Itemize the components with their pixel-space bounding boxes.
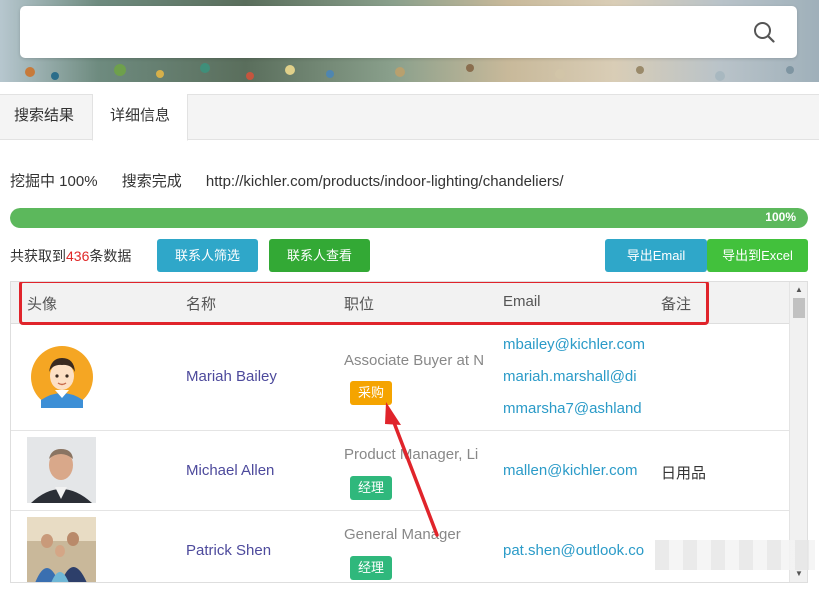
tab-details[interactable]: 详细信息 bbox=[92, 94, 188, 141]
table-row[interactable]: Mariah Bailey Associate Buyer at N 采购 mb… bbox=[11, 324, 789, 431]
contact-note: 日用品 bbox=[661, 465, 707, 482]
tab-search-results[interactable]: 搜索结果 bbox=[0, 94, 88, 141]
avatar bbox=[27, 437, 96, 503]
progress-bar: 100% bbox=[10, 208, 808, 228]
contact-position: Associate Buyer at N bbox=[344, 352, 485, 369]
contacts-table: 头像 名称 职位 Email 备注 Mariah Bailey Associat… bbox=[10, 281, 808, 583]
contact-position: General Manager bbox=[344, 526, 461, 543]
tab-bar: 搜索结果 详细信息 bbox=[0, 94, 819, 141]
progress-label: 100% bbox=[765, 210, 796, 224]
role-tag: 经理 bbox=[350, 556, 393, 580]
contact-name[interactable]: Patrick Shen bbox=[186, 542, 271, 559]
contact-email[interactable]: mbailey@kichler.com bbox=[503, 336, 645, 353]
export-excel-button[interactable]: 导出到Excel bbox=[707, 239, 808, 272]
table-row[interactable]: Michael Allen Product Manager, Li 经理 mal… bbox=[11, 431, 789, 511]
scroll-thumb[interactable] bbox=[793, 298, 805, 318]
mining-status: 挖掘中 100% bbox=[10, 173, 98, 190]
contact-filter-button[interactable]: 联系人筛选 bbox=[157, 239, 258, 272]
contact-name[interactable]: Mariah Bailey bbox=[186, 368, 277, 385]
avatar bbox=[31, 346, 93, 408]
scroll-up-arrow-icon[interactable]: ▲ bbox=[790, 284, 807, 296]
count-prefix: 共获取到 bbox=[10, 248, 66, 264]
source-url: http://kichler.com/products/indoor-light… bbox=[205, 173, 564, 190]
table-scrollbar[interactable]: ▲ ▼ bbox=[789, 282, 807, 582]
export-email-button[interactable]: 导出Email bbox=[605, 239, 707, 272]
role-tag: 经理 bbox=[350, 476, 393, 500]
search-input[interactable] bbox=[20, 6, 797, 58]
contact-email[interactable]: mmarsha7@ashland bbox=[503, 400, 645, 417]
role-tag: 采购 bbox=[350, 381, 393, 405]
avatar bbox=[27, 517, 96, 582]
contact-email[interactable]: mallen@kichler.com bbox=[503, 462, 645, 479]
contact-email[interactable]: pat.shen@outlook.co bbox=[503, 542, 645, 559]
contact-view-button[interactable]: 联系人查看 bbox=[269, 239, 370, 272]
header-banner bbox=[0, 0, 819, 82]
search-icon[interactable] bbox=[753, 21, 775, 43]
contact-email[interactable]: mariah.marshall@di bbox=[503, 368, 645, 385]
status-line: 挖掘中 100% 搜索完成 http://kichler.com/product… bbox=[10, 170, 584, 191]
contact-position: Product Manager, Li bbox=[344, 446, 479, 463]
contact-name[interactable]: Michael Allen bbox=[186, 462, 274, 479]
app-root: 搜索结果 详细信息 挖掘中 100% 搜索完成 http://kichler.c… bbox=[0, 0, 819, 591]
count-suffix: 条数据 bbox=[89, 248, 132, 264]
progress-fill: 100% bbox=[10, 208, 808, 228]
blurred-watermark bbox=[655, 540, 815, 570]
search-state: 搜索完成 bbox=[121, 173, 182, 190]
count-value: 436 bbox=[66, 248, 90, 264]
header-highlight-box bbox=[19, 282, 709, 325]
result-count: 共获取到436条数据 bbox=[10, 246, 131, 266]
